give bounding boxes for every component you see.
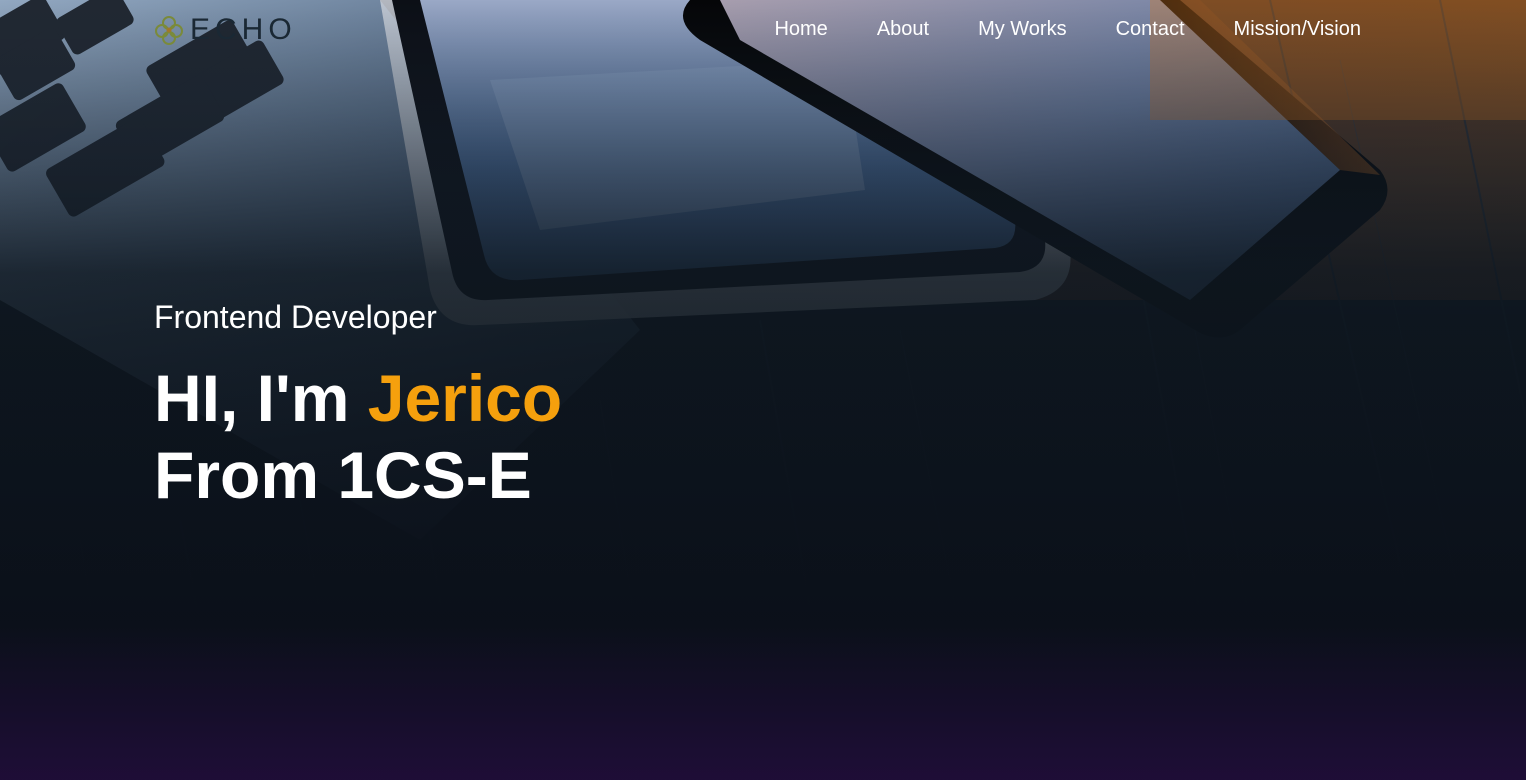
hero-headline: HI, I'm Jerico From 1CS-E — [154, 360, 562, 514]
nav-item-contact[interactable]: Contact — [1116, 16, 1185, 42]
nav-item-about[interactable]: About — [877, 16, 929, 42]
flower-logo-icon — [155, 16, 183, 45]
hero-subtitle: Frontend Developer — [154, 299, 437, 335]
brand-logo[interactable]: ECHO — [152, 10, 297, 50]
headline-line-2: From 1CS-E — [154, 438, 532, 512]
headline-name: Jerico — [367, 361, 563, 435]
brand-logo-text: ECHO — [190, 13, 297, 46]
headline-greeting: HI, I'm — [154, 361, 368, 435]
main-nav: Home About My Works Contact Mission/Visi… — [774, 16, 1361, 42]
hero-section: ECHO Home About My Works Contact Mission… — [0, 0, 1526, 780]
nav-item-mission-vision[interactable]: Mission/Vision — [1234, 16, 1361, 42]
nav-item-home[interactable]: Home — [774, 16, 827, 42]
nav-item-my-works[interactable]: My Works — [978, 16, 1067, 42]
headline-line-1: HI, I'm Jerico — [154, 360, 562, 437]
